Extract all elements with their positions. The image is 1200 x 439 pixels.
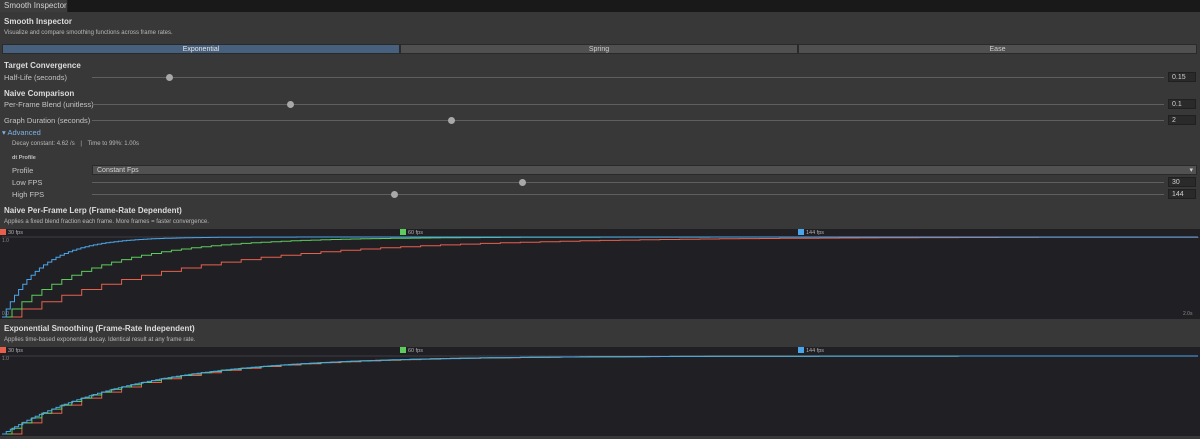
graph2-series-144fps <box>2 355 1198 435</box>
graph2-series-60fps <box>2 355 1198 435</box>
graph1-series-60fps <box>2 236 1198 318</box>
graphs-svg <box>2 236 1199 435</box>
graph2-series-30fps <box>2 355 1198 435</box>
